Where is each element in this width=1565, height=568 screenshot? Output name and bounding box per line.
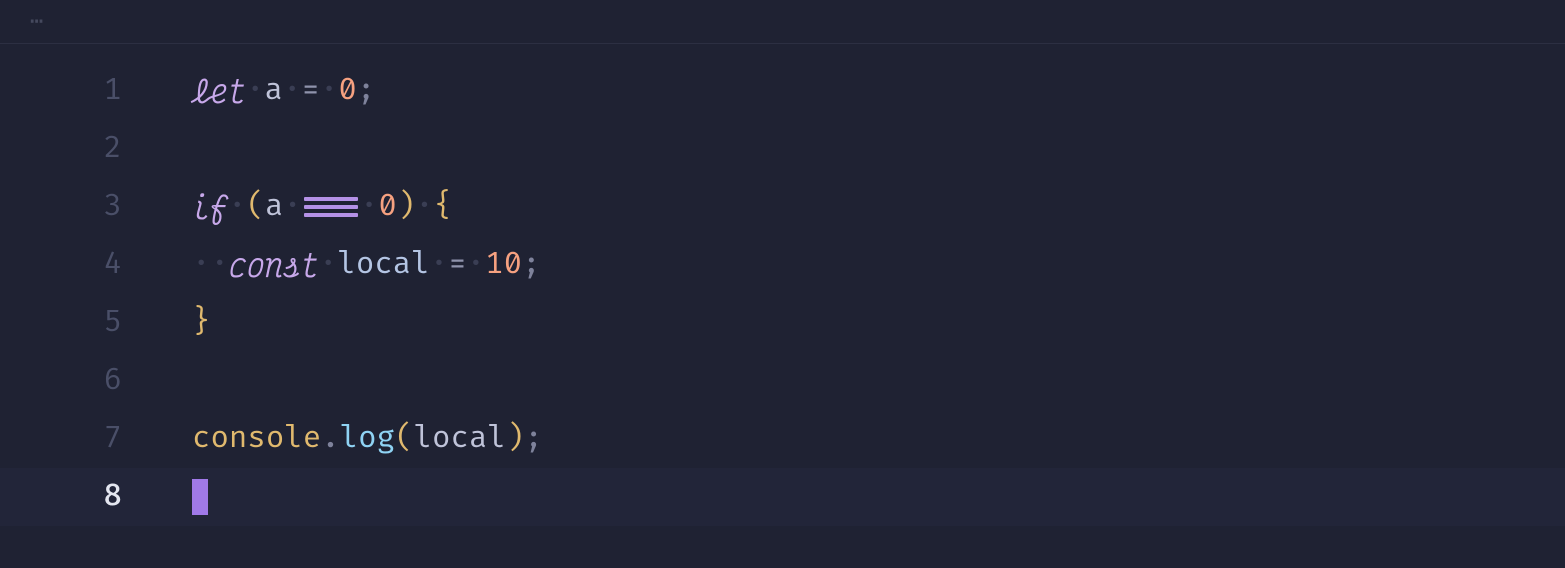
number-literal: 10 xyxy=(485,250,522,280)
semicolon: ; xyxy=(524,424,542,454)
operator-assign: = xyxy=(448,250,466,280)
whitespace-dot: · xyxy=(228,192,246,222)
whitespace-dot: ·· xyxy=(192,250,229,280)
line-number: 1 xyxy=(0,76,150,106)
paren-open: ( xyxy=(395,424,413,454)
keyword-if: if xyxy=(192,192,228,222)
code-line[interactable]: 5 } xyxy=(0,294,1565,352)
keyword-let: let xyxy=(192,76,246,106)
brace-close: } xyxy=(192,308,210,338)
number-literal: 0 xyxy=(338,76,356,106)
code-line[interactable]: 2 xyxy=(0,120,1565,178)
code-line-active[interactable]: 8 xyxy=(0,468,1565,526)
code-line[interactable]: 7 console.log(local); xyxy=(0,410,1565,468)
code-content[interactable] xyxy=(150,120,1565,178)
object-console: console xyxy=(192,424,321,454)
brace-open: { xyxy=(434,192,452,222)
code-content[interactable]: console.log(local); xyxy=(150,410,1565,468)
paren-close: ) xyxy=(506,424,524,454)
paren-close: ) xyxy=(397,192,415,222)
whitespace-dot: · xyxy=(319,250,337,280)
identifier: a xyxy=(264,76,282,106)
identifier: local xyxy=(337,250,429,280)
paren-open: ( xyxy=(246,192,264,222)
code-content[interactable] xyxy=(150,352,1565,410)
semicolon: ; xyxy=(357,76,375,106)
line-number: 6 xyxy=(0,366,150,396)
code-line[interactable]: 4 ··const·local·=·10; xyxy=(0,236,1565,294)
line-number: 3 xyxy=(0,192,150,222)
code-content[interactable]: if·(a··0)·{ xyxy=(150,178,1565,236)
code-line[interactable]: 6 xyxy=(0,352,1565,410)
whitespace-dot: · xyxy=(430,250,448,280)
text-cursor xyxy=(192,479,208,515)
whitespace-dot: · xyxy=(467,250,485,280)
tab-bar: ⋯ xyxy=(0,0,1565,44)
code-content[interactable]: let·a·=·0; xyxy=(150,62,1565,120)
code-editor[interactable]: 1 let·a·=·0; 2 3 if·(a··0)·{ 4 ··const·l… xyxy=(0,44,1565,526)
whitespace-dot: · xyxy=(360,192,378,222)
whitespace-dot: · xyxy=(246,76,264,106)
line-number: 4 xyxy=(0,250,150,280)
semicolon: ; xyxy=(522,250,540,280)
operator-assign: = xyxy=(301,76,319,106)
number-literal: 0 xyxy=(378,192,396,222)
code-content[interactable] xyxy=(150,468,1565,526)
identifier: local xyxy=(414,424,506,454)
whitespace-dot: · xyxy=(283,76,301,106)
line-number: 7 xyxy=(0,424,150,454)
whitespace-dot: · xyxy=(320,76,338,106)
method-log: log xyxy=(340,424,395,454)
line-number: 2 xyxy=(0,134,150,164)
whitespace-dot: · xyxy=(415,192,433,222)
code-line[interactable]: 1 let·a·=·0; xyxy=(0,62,1565,120)
code-content[interactable]: } xyxy=(150,294,1565,352)
keyword-const: const xyxy=(229,250,319,280)
code-line[interactable]: 3 if·(a··0)·{ xyxy=(0,178,1565,236)
identifier: a xyxy=(265,192,283,222)
tab-overflow-ellipsis[interactable]: ⋯ xyxy=(30,11,45,33)
dot-operator: . xyxy=(321,424,339,454)
line-number: 8 xyxy=(0,482,150,512)
code-content[interactable]: ··const·local·=·10; xyxy=(150,236,1565,294)
line-number: 5 xyxy=(0,308,150,338)
whitespace-dot: · xyxy=(283,192,301,222)
operator-strict-equals-icon xyxy=(304,197,358,217)
